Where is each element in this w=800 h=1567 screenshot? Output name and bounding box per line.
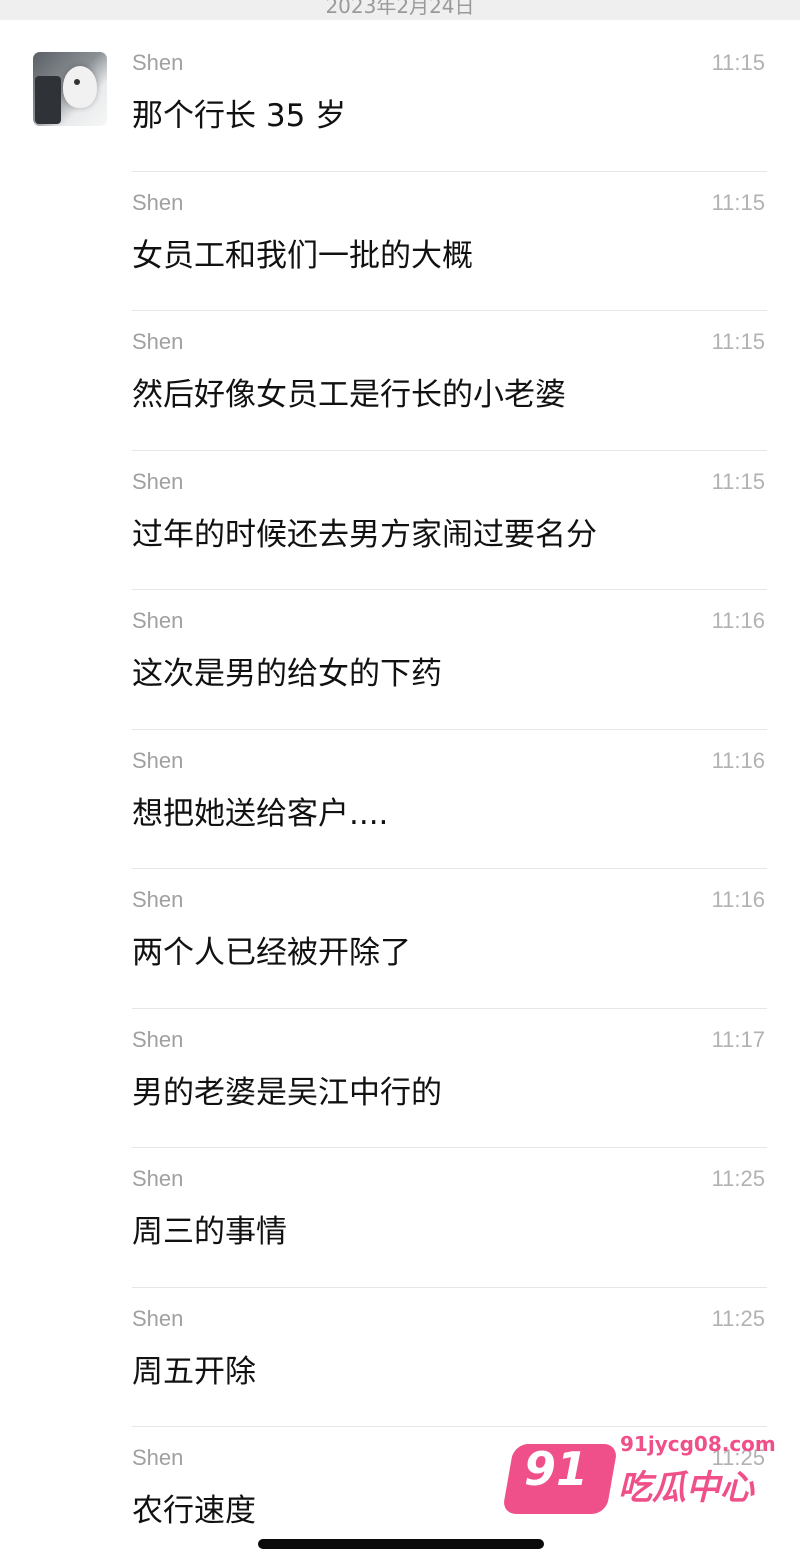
message-text[interactable]: 那个行长 35 岁: [132, 90, 346, 135]
message-row[interactable]: Shen 11:25 周三的事情: [0, 1148, 800, 1288]
message-text[interactable]: 周五开除: [132, 1346, 256, 1391]
message-time: 11:17: [711, 1026, 765, 1052]
watermark-title: 吃瓜中心: [618, 1468, 754, 1508]
message-time: 11:16: [711, 887, 765, 912]
message-time: 11:16: [711, 747, 765, 773]
message-time: 11:25: [711, 1166, 765, 1191]
message-text[interactable]: 农行速度: [132, 1485, 256, 1530]
sender-name: Shen: [132, 329, 184, 354]
sender-name: Shen: [132, 608, 184, 633]
message-text[interactable]: 女员工和我们一批的大概: [132, 230, 473, 275]
watermark-url: 91jycg08.com: [620, 1432, 776, 1456]
sender-name: Shen: [132, 1166, 184, 1191]
site-watermark: 91 91jycg08.com 吃瓜中心: [501, 1432, 778, 1532]
sender-name: Shen: [132, 1026, 184, 1052]
message-time: 11:15: [711, 50, 765, 75]
message-row[interactable]: Shen 11:15 然后好像女员工是行长的小老婆: [0, 311, 800, 451]
message-row[interactable]: Shen 11:15 过年的时候还去男方家闹过要名分: [0, 451, 800, 590]
message-text[interactable]: 两个人已经被开除了: [132, 927, 411, 972]
date-label: 2023年2月24日: [325, 0, 475, 18]
sender-name: Shen: [132, 747, 184, 773]
message-row[interactable]: Shen 11:17 男的老婆是吴江中行的: [0, 1009, 800, 1148]
message-text[interactable]: 然后好像女员工是行长的小老婆: [132, 369, 566, 414]
message-row[interactable]: Shen 11:16 想把她送给客户....: [0, 730, 800, 869]
sender-name: Shen: [132, 189, 184, 215]
message-list[interactable]: Shen 11:15 那个行长 35 岁 Shen 11:15 女员工和我们一批…: [0, 32, 800, 1567]
date-separator: 2023年2月24日: [0, 0, 800, 20]
sender-name: Shen: [132, 1445, 184, 1470]
message-text[interactable]: 这次是男的给女的下药: [132, 648, 442, 693]
message-text[interactable]: 周三的事情: [132, 1206, 287, 1251]
message-row[interactable]: Shen 11:16 两个人已经被开除了: [0, 869, 800, 1009]
message-time: 11:15: [711, 468, 765, 494]
sender-name: Shen: [132, 1305, 184, 1331]
sender-name: Shen: [132, 50, 184, 75]
message-time: 11:25: [711, 1305, 765, 1331]
message-time: 11:15: [711, 329, 765, 354]
message-time: 11:15: [711, 189, 765, 215]
sender-name: Shen: [132, 887, 184, 912]
message-row[interactable]: Shen 11:25 周五开除: [0, 1288, 800, 1427]
watermark-badge-number: 91: [524, 1442, 589, 1496]
message-text[interactable]: 男的老婆是吴江中行的: [132, 1067, 442, 1112]
message-time: 11:16: [711, 608, 765, 633]
message-row[interactable]: Shen 11:16 这次是男的给女的下药: [0, 590, 800, 730]
message-row[interactable]: Shen 11:15 女员工和我们一批的大概: [0, 172, 800, 311]
home-indicator[interactable]: [258, 1539, 544, 1549]
sender-name: Shen: [132, 468, 184, 494]
message-text[interactable]: 过年的时候还去男方家闹过要名分: [132, 509, 597, 554]
message-row[interactable]: Shen 11:15 那个行长 35 岁: [0, 32, 800, 172]
message-text[interactable]: 想把她送给客户....: [132, 788, 388, 833]
